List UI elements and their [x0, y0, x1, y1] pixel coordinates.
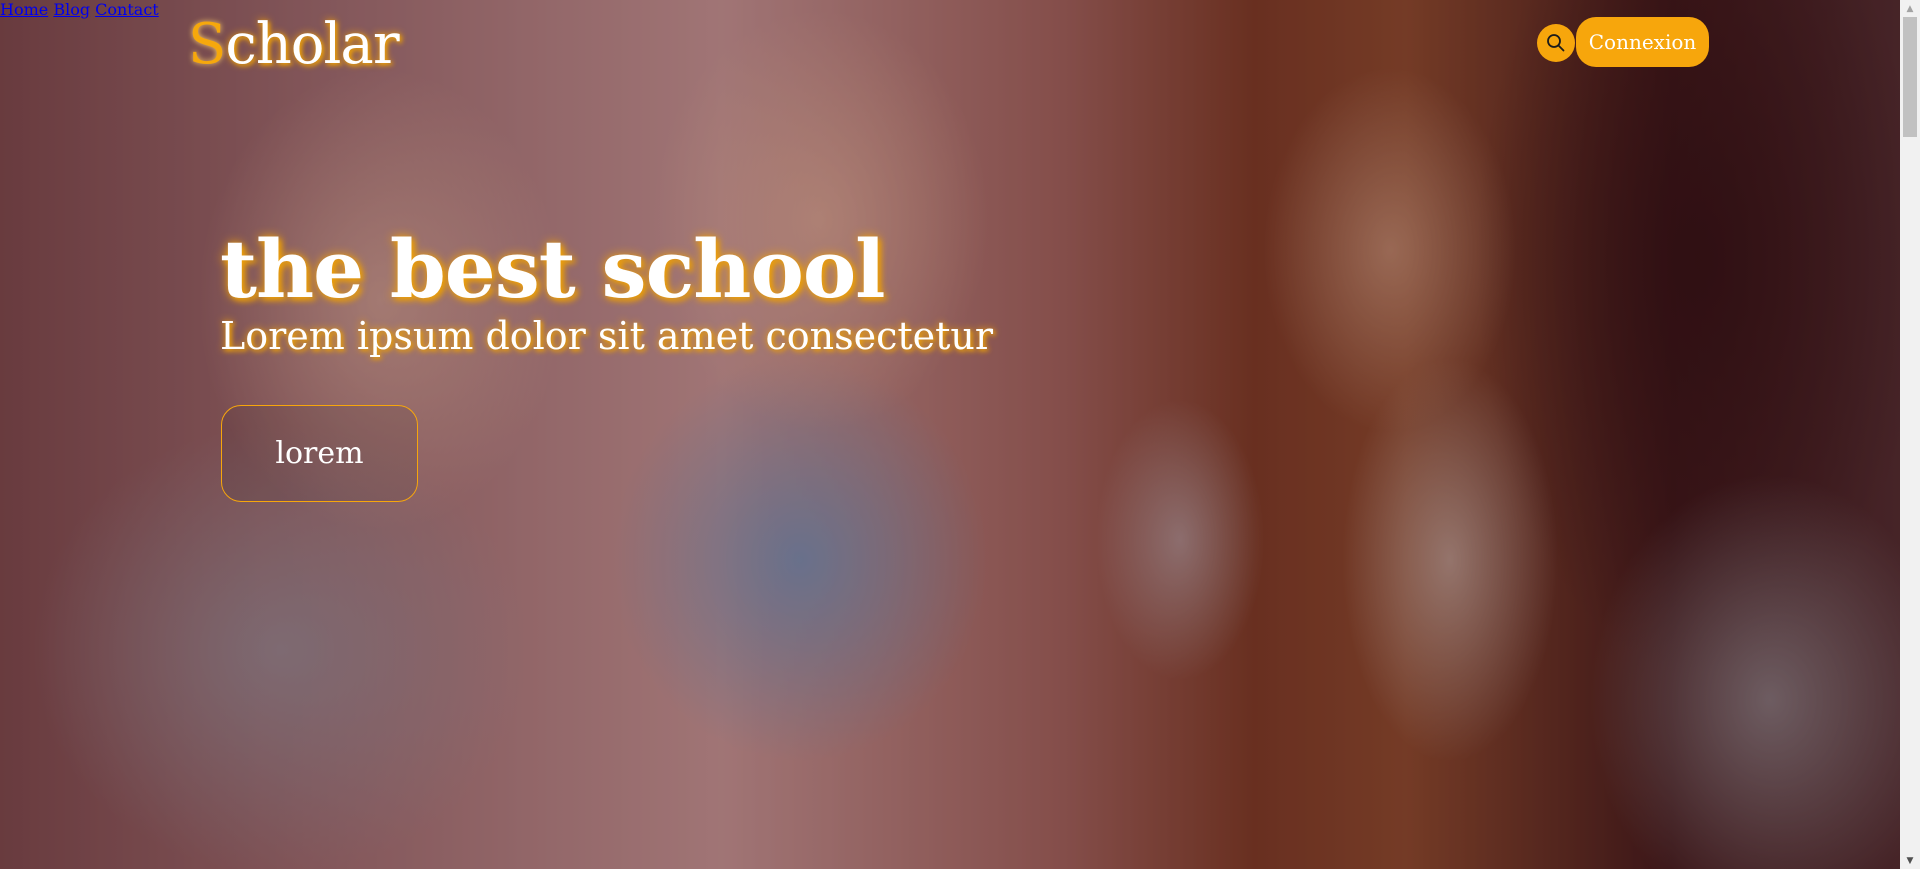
- hero-title: the best school: [220, 222, 886, 316]
- nav-home-link[interactable]: Home: [0, 0, 48, 19]
- search-button[interactable]: [1537, 24, 1575, 62]
- logo-initial: S: [188, 12, 226, 77]
- site-header: Scholar Home Blog Contact Connexion: [0, 0, 1900, 90]
- hero-subtitle: Lorem ipsum dolor sit amet consectetur: [220, 314, 994, 358]
- search-icon: [1547, 34, 1565, 52]
- scroll-up-arrow-icon[interactable]: ▲: [1900, 0, 1920, 17]
- nav-blog-link[interactable]: Blog: [53, 0, 90, 19]
- scroll-down-arrow-icon[interactable]: ▼: [1900, 852, 1920, 869]
- connexion-button[interactable]: Connexion: [1576, 17, 1709, 67]
- hero-cta-button[interactable]: lorem: [221, 405, 418, 502]
- site-logo[interactable]: Scholar: [188, 12, 400, 77]
- scrollbar-thumb[interactable]: [1903, 17, 1917, 137]
- nav-contact-link[interactable]: Contact: [95, 0, 159, 19]
- vertical-scrollbar[interactable]: ▲ ▼: [1900, 0, 1920, 869]
- logo-text: cholar: [225, 12, 399, 77]
